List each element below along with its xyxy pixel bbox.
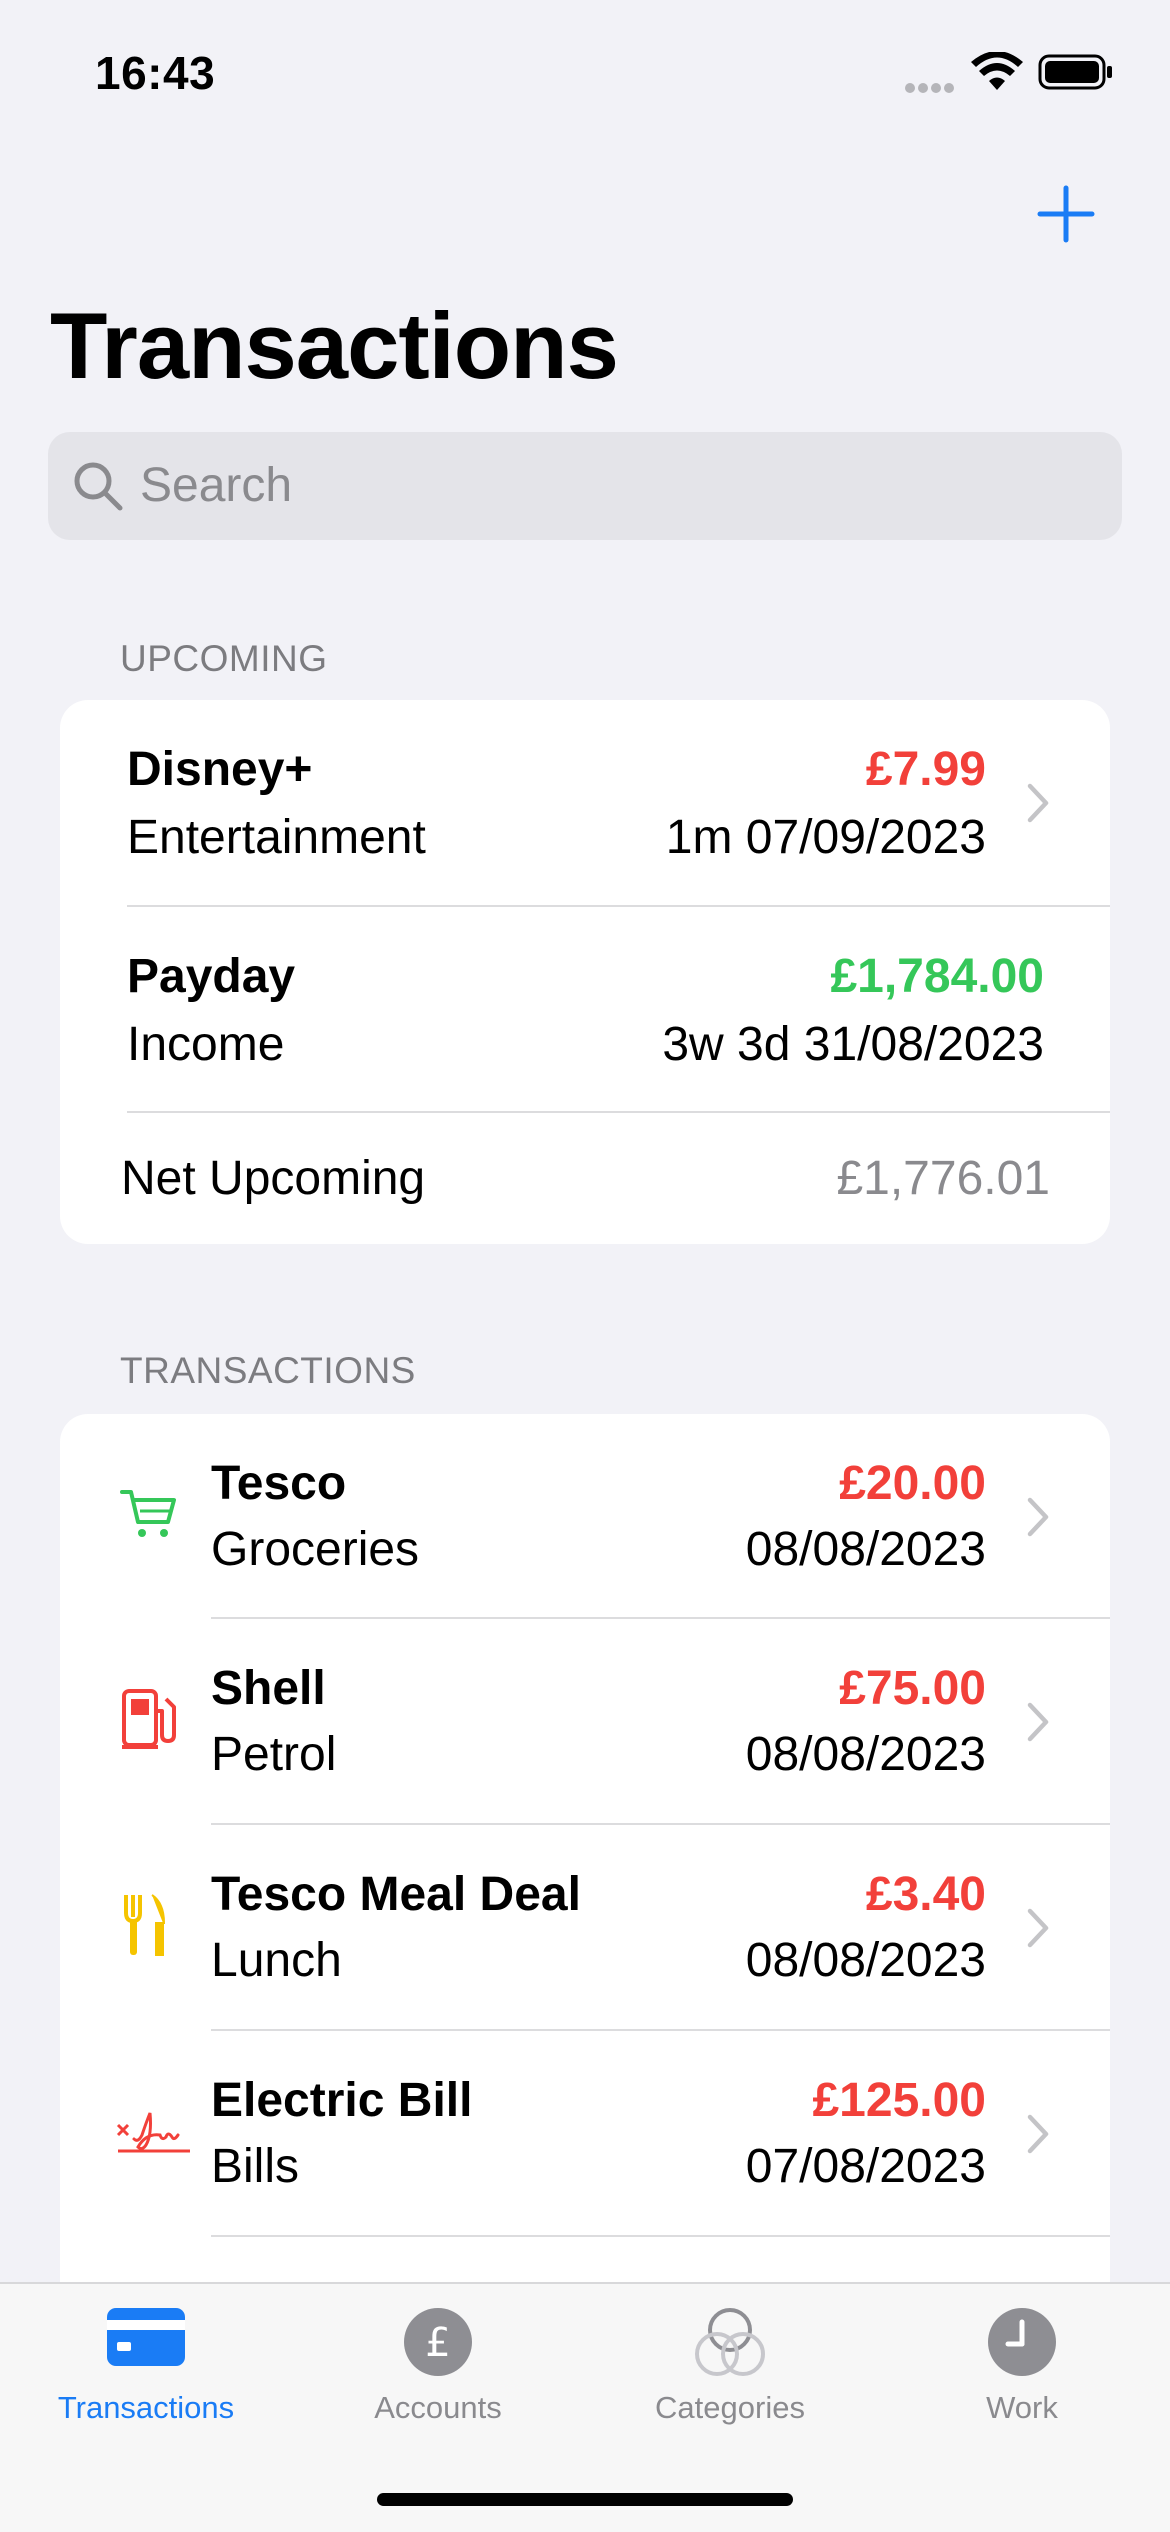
upcoming-due: 1m 07/09/2023: [665, 811, 986, 864]
transaction-row[interactable]: Electric Bill Bills £125.00 07/08/2023: [60, 2031, 1110, 2235]
home-indicator: [377, 2493, 793, 2506]
credit-card-icon: [107, 2308, 185, 2366]
signal-icon: [905, 80, 957, 93]
search-icon: [74, 462, 123, 511]
search-field[interactable]: Search: [48, 432, 1122, 540]
transaction-category: Lunch: [211, 1934, 342, 1987]
net-upcoming-label: Net Upcoming: [121, 1152, 426, 1205]
transaction-row[interactable]: Tesco Meal Deal Lunch £3.40 08/08/2023: [60, 1825, 1110, 2029]
tab-categories[interactable]: Categories: [584, 2284, 876, 2464]
transaction-amount: £75.00: [839, 1662, 986, 1715]
net-upcoming-row: Net Upcoming £1,776.01: [60, 1113, 1110, 1244]
signature-icon: [116, 2112, 190, 2153]
circles-icon: [695, 2308, 765, 2376]
fork-knife-icon: [124, 1894, 166, 1956]
fuel-pump-icon: [122, 1689, 176, 1749]
transaction-amount: £20.00: [839, 1457, 986, 1510]
transaction-category: Groceries: [211, 1523, 420, 1576]
transaction-name: Electric Bill: [211, 2074, 473, 2127]
chevron-right-icon: [1027, 1497, 1049, 1537]
transaction-category: Bills: [211, 2140, 300, 2193]
chevron-right-icon: [1027, 783, 1049, 823]
transaction-category: Petrol: [211, 1728, 337, 1781]
svg-text:£: £: [425, 2320, 450, 2366]
status-bar: 16:43: [0, 0, 1170, 140]
tab-label: Categories: [655, 2390, 805, 2425]
tab-transactions[interactable]: Transactions: [0, 2284, 292, 2464]
transaction-name: Tesco: [211, 1457, 347, 1510]
transaction-name: Tesco Meal Deal: [211, 1868, 581, 1921]
transaction-name: Shell: [211, 1662, 326, 1715]
upcoming-row-payday[interactable]: Payday Income £1,784.00 3w 3d 31/08/2023: [60, 907, 1110, 1111]
upcoming-category: Income: [127, 1018, 285, 1071]
transaction-row[interactable]: Shell Petrol £75.00 08/08/2023: [60, 1619, 1110, 1823]
clock-icon: [988, 2308, 1056, 2376]
upcoming-row-disney[interactable]: Disney+ Entertainment £7.99 1m 07/09/202…: [60, 700, 1110, 906]
net-upcoming-value: £1,776.01: [836, 1152, 1050, 1205]
cart-icon: [120, 1490, 176, 1537]
status-time: 16:43: [95, 47, 216, 99]
separator: [211, 2235, 1110, 2237]
tab-label: Work: [986, 2390, 1058, 2425]
transaction-amount: £3.40: [865, 1868, 986, 1921]
pound-circle-icon: £: [404, 2308, 472, 2376]
upcoming-card: Disney+ Entertainment £7.99 1m 07/09/202…: [60, 700, 1110, 1244]
chevron-right-icon: [1027, 1702, 1049, 1742]
battery-icon: [1038, 54, 1112, 90]
tab-accounts[interactable]: £ Accounts: [292, 2284, 584, 2464]
transactions-card: Tesco Groceries £20.00 08/08/2023 Shell …: [60, 1414, 1110, 2314]
tab-label: Accounts: [374, 2390, 502, 2425]
upcoming-header: UPCOMING: [120, 638, 328, 679]
chevron-right-icon: [1027, 1908, 1049, 1948]
transaction-date: 07/08/2023: [745, 2140, 986, 2193]
tab-label: Transactions: [57, 2390, 235, 2425]
transaction-date: 08/08/2023: [745, 1523, 986, 1576]
plus-icon[interactable]: [1030, 178, 1102, 250]
transaction-amount: £125.00: [812, 2074, 986, 2127]
transaction-date: 08/08/2023: [745, 1728, 986, 1781]
upcoming-category: Entertainment: [127, 811, 426, 864]
search-placeholder: Search: [140, 459, 293, 512]
page-title: Transactions: [50, 293, 619, 398]
upcoming-name: Disney+: [127, 743, 313, 796]
upcoming-name: Payday: [127, 950, 296, 1003]
transaction-date: 08/08/2023: [745, 1934, 986, 1987]
transaction-row[interactable]: Tesco Groceries £20.00 08/08/2023: [60, 1414, 1110, 1618]
upcoming-due: 3w 3d 31/08/2023: [662, 1018, 1044, 1071]
transactions-header: TRANSACTIONS: [120, 1350, 416, 1391]
upcoming-amount: £7.99: [865, 743, 986, 796]
upcoming-amount: £1,784.00: [830, 950, 1044, 1003]
wifi-icon: [971, 52, 1023, 90]
tab-work[interactable]: Work: [876, 2284, 1168, 2464]
chevron-right-icon: [1027, 2114, 1049, 2154]
